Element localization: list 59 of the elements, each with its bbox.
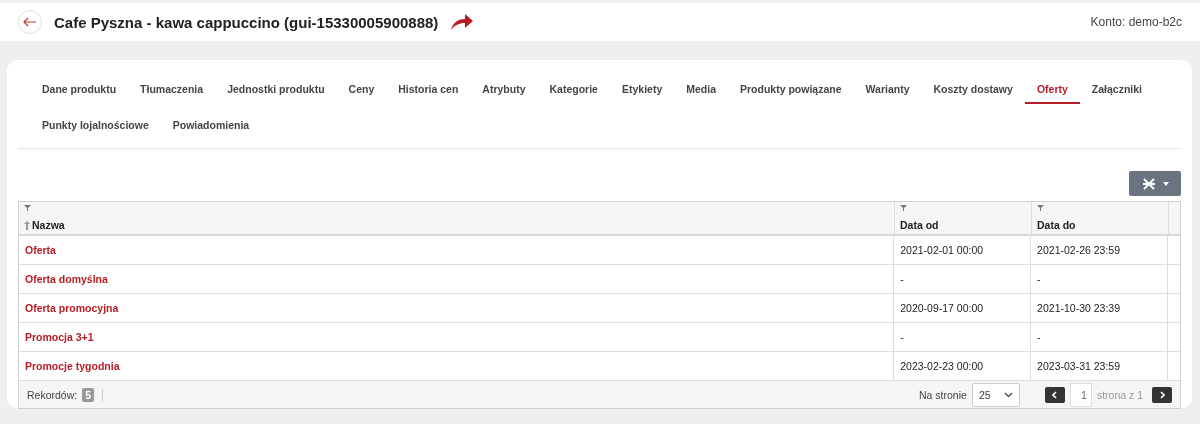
page-title: Cafe Pyszna - kawa cappuccino (gui-15330005900888) xyxy=(54,13,439,31)
tab[interactable]: Ceny xyxy=(336,76,387,104)
offer-link[interactable]: Oferta xyxy=(25,244,56,256)
column-header[interactable]: Data od xyxy=(895,202,1032,234)
tab[interactable]: Produkty powiązane xyxy=(728,76,854,104)
per-page-label: Na stronie xyxy=(919,388,967,401)
table-cell: - xyxy=(894,265,1032,293)
table-cell: 2021-10-30 23:39 xyxy=(1031,294,1168,322)
page-count: strona z 1 xyxy=(1096,388,1143,401)
column-title: Data od xyxy=(900,219,939,231)
filter-icon[interactable] xyxy=(24,205,31,211)
account-label: Konto: demo-b2c xyxy=(1090,15,1182,29)
offer-link[interactable]: Oferta domyślna xyxy=(25,273,108,285)
tab[interactable]: Załączniki xyxy=(1079,76,1154,104)
filter-icon[interactable] xyxy=(1037,205,1044,211)
tab[interactable]: Jednostki produktu xyxy=(215,76,337,104)
tab[interactable]: Historia cen xyxy=(386,76,471,104)
column-title: Data do xyxy=(1037,219,1076,231)
offer-link[interactable]: Promocje tygodnia xyxy=(25,360,120,372)
tab[interactable]: Atrybuty xyxy=(470,76,538,104)
tab[interactable]: Dane produktu xyxy=(30,76,129,104)
tab[interactable]: Oferty xyxy=(1024,76,1080,104)
table-cell: 2020-09-17 00:00 xyxy=(894,294,1032,322)
tab[interactable]: Media xyxy=(674,76,728,104)
records-label: Rekordów: xyxy=(27,388,78,401)
tab[interactable]: Tłumaczenia xyxy=(128,76,216,104)
per-page-select[interactable]: 25 xyxy=(971,382,1020,407)
chevron-right-icon xyxy=(1159,390,1165,399)
table-cell: 2023-02-23 00:00 xyxy=(894,352,1032,380)
next-page-button[interactable] xyxy=(1152,386,1172,403)
table-cell: - xyxy=(1031,323,1168,351)
table-cell: - xyxy=(1031,265,1168,293)
offer-link[interactable]: Promocja 3+1 xyxy=(25,331,94,343)
tools-icon xyxy=(1141,177,1156,190)
arrow-left-icon xyxy=(23,17,37,27)
page-field[interactable]: 1 xyxy=(1069,382,1092,407)
caret-icon xyxy=(1162,181,1169,186)
tab[interactable]: Etykiety xyxy=(609,76,675,104)
table-cell: 2021-02-26 23:59 xyxy=(1031,236,1168,264)
share-arrow-icon[interactable] xyxy=(450,13,475,31)
table-cell: - xyxy=(894,323,1032,351)
table-cell: 2023-03-31 23:59 xyxy=(1031,352,1168,380)
records-count: 5 xyxy=(82,387,95,402)
chevron-left-icon xyxy=(1052,390,1058,399)
table-cell: 2021-02-01 00:00 xyxy=(894,236,1032,264)
tab[interactable]: Koszty dostawy xyxy=(921,76,1025,104)
tools-button[interactable] xyxy=(1129,171,1181,196)
tab[interactable]: Kategorie xyxy=(537,76,610,104)
column-header[interactable]: Data do xyxy=(1032,202,1169,234)
column-header[interactable]: Nazwa xyxy=(19,202,895,234)
tab[interactable]: Warianty xyxy=(853,76,922,104)
filter-icon[interactable] xyxy=(900,205,907,211)
chevron-down-icon xyxy=(1003,391,1013,398)
tab[interactable]: Punkty lojalnościowe xyxy=(30,112,161,140)
column-title: Nazwa xyxy=(32,219,65,231)
tab[interactable]: Powiadomienia xyxy=(160,112,262,140)
sort-up-icon xyxy=(24,220,30,230)
offer-link[interactable]: Oferta promocyjna xyxy=(25,302,119,314)
previous-page-button[interactable] xyxy=(1044,386,1065,403)
